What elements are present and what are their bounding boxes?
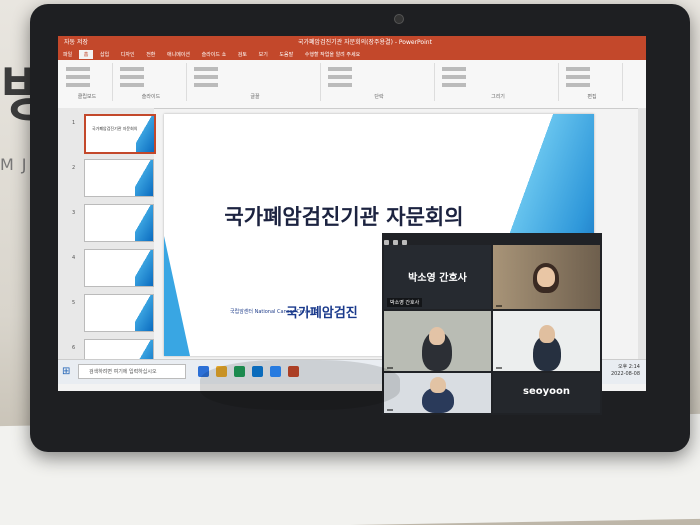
slide-thumbnail[interactable] xyxy=(84,159,154,197)
participant-name-large: seoyoon xyxy=(523,386,570,397)
powerpoint-titlebar: 자동 저장 국가폐암검진기관 자문회의(장주용결) - PowerPoint xyxy=(58,36,646,50)
photo-scene: 병 MJ 자동 저장 국가폐암검진기관 자문회의(장주용결) - PowerPo… xyxy=(0,0,700,525)
slide-thumbnail[interactable] xyxy=(84,294,154,332)
thumb-number: 6 xyxy=(72,345,76,351)
document-title: 국가폐암검진기관 자문회의(장주용결) - PowerPoint xyxy=(298,39,432,46)
ribbon-group-editing[interactable]: 편집 xyxy=(562,63,623,101)
video-tile[interactable] xyxy=(493,245,600,309)
autosave-toggle[interactable]: 자동 저장 xyxy=(64,36,88,50)
ribbon: 클립보드 슬라이드 글꼴 단락 그리기 편집 xyxy=(58,60,646,109)
participant-name-chip xyxy=(387,409,393,411)
video-tile[interactable]: 박소영 간호사 박소영 간호사 xyxy=(384,245,491,309)
screen-reflection xyxy=(200,360,400,410)
slide-title: 국가폐암검진기관 자문회의 xyxy=(224,205,464,229)
thumb-number: 1 xyxy=(72,120,76,126)
tab-insert[interactable]: 삽입 xyxy=(95,50,114,59)
participant-name-chip: 박소영 간호사 xyxy=(387,298,423,307)
slide-org-name: 국가폐암검진 xyxy=(286,306,358,321)
camera-icon xyxy=(394,14,404,24)
video-tile[interactable] xyxy=(493,311,600,371)
ribbon-group-label: 글꼴 xyxy=(250,94,260,100)
tab-slideshow[interactable]: 슬라이드 쇼 xyxy=(197,50,232,59)
system-clock[interactable]: 오후 2:14 2022-08-08 xyxy=(611,364,640,378)
windows-start-icon[interactable]: ⊞ xyxy=(62,366,70,377)
clock-time: 오후 2:14 xyxy=(617,364,640,370)
participant-face xyxy=(537,267,555,287)
ribbon-group-label: 슬라이드 xyxy=(141,94,161,100)
ribbon-group-label: 그리기 xyxy=(491,94,505,100)
ribbon-group-font[interactable]: 글꼴 xyxy=(190,63,321,101)
taskbar-search-input[interactable]: 검색하려면 여기에 입력하십시오 xyxy=(78,364,186,379)
ribbon-group-drawing[interactable]: 그리기 xyxy=(438,63,559,101)
ribbon-group-label: 편집 xyxy=(587,94,597,100)
slide-thumbnail[interactable] xyxy=(84,204,154,242)
participant-name-chip xyxy=(496,305,502,307)
tab-home[interactable]: 홈 xyxy=(78,50,94,59)
thumb-title: 국가폐암검진기관 자문회의 xyxy=(92,126,138,131)
ribbon-group-paragraph[interactable]: 단락 xyxy=(324,63,435,101)
tab-help[interactable]: 도움말 xyxy=(274,50,298,59)
call-toolbar xyxy=(382,233,602,245)
ribbon-group-label: 클립보드 xyxy=(77,94,97,100)
tab-design[interactable]: 디자인 xyxy=(116,50,140,59)
thumb-number: 4 xyxy=(72,255,76,261)
ribbon-group-clipboard[interactable]: 클립보드 xyxy=(62,63,113,101)
participant-name-large: 박소영 간호사 xyxy=(408,273,467,284)
thumb-number: 5 xyxy=(72,300,76,306)
ribbon-tabs: 파일 홈 삽입 디자인 전환 애니메이션 슬라이드 쇼 검토 보기 도움말 수행… xyxy=(58,50,646,60)
video-tile[interactable] xyxy=(384,373,491,413)
participant-name-chip xyxy=(496,367,502,369)
participant-face xyxy=(539,325,555,343)
ribbon-group-slides[interactable]: 슬라이드 xyxy=(116,63,187,101)
vertical-scrollbar[interactable] xyxy=(638,108,646,368)
tell-me-search[interactable]: 수행할 작업을 알려 주세요 xyxy=(300,50,365,59)
tab-animations[interactable]: 애니메이션 xyxy=(162,50,195,59)
video-call-window[interactable]: 박소영 간호사 박소영 간호사 seoyoon xyxy=(382,233,602,415)
video-tile[interactable] xyxy=(384,311,491,371)
clock-date: 2022-08-08 xyxy=(610,371,640,377)
slide-thumbnail[interactable] xyxy=(84,249,154,287)
slide-thumbnail[interactable]: 국가폐암검진기관 자문회의 xyxy=(84,114,156,154)
slide-decoration xyxy=(164,236,190,356)
participant-face xyxy=(430,377,446,393)
ribbon-group-label: 단락 xyxy=(374,94,384,100)
video-tile[interactable]: seoyoon xyxy=(493,373,600,413)
tab-view[interactable]: 보기 xyxy=(254,50,273,59)
tab-review[interactable]: 검토 xyxy=(233,50,252,59)
thumb-number: 3 xyxy=(72,210,76,216)
tab-file[interactable]: 파일 xyxy=(58,50,77,59)
participant-face xyxy=(429,327,445,345)
thumb-number: 2 xyxy=(72,165,76,171)
slide-thumbnails-pane: 1 국가폐암검진기관 자문회의 2 3 4 5 6 xyxy=(58,108,156,378)
tab-transitions[interactable]: 전환 xyxy=(141,50,160,59)
